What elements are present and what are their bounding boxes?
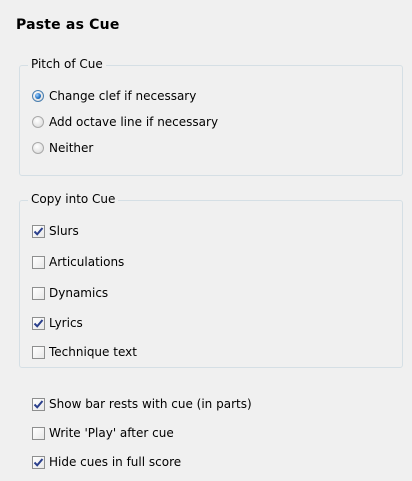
check-mark-icon (33, 226, 44, 236)
checkbox-checked-icon[interactable] (32, 224, 45, 238)
checkbox-lyrics[interactable]: Lyrics (32, 315, 83, 331)
checkbox-dynamics[interactable]: Dynamics (32, 285, 108, 301)
checkbox-slurs-label: Slurs (49, 224, 79, 238)
checkbox-icon[interactable] (32, 255, 45, 269)
pitch-of-cue-group: Pitch of Cue Change clef if necessary Ad… (19, 57, 403, 176)
check-mark-icon (33, 318, 44, 328)
radio-add-octave-line-label: Add octave line if necessary (49, 115, 219, 129)
checkbox-dynamics-label: Dynamics (49, 286, 109, 300)
radio-button-selected-icon[interactable] (32, 90, 44, 102)
radio-add-octave-line[interactable]: Add octave line if necessary (32, 114, 218, 130)
radio-neither-label: Neither (49, 141, 94, 155)
copy-into-cue-legend: Copy into Cue (28, 192, 119, 206)
radio-change-clef[interactable]: Change clef if necessary (32, 88, 196, 104)
radio-change-clef-label: Change clef if necessary (49, 89, 197, 103)
checkbox-show-bar-rests-label: Show bar rests with cue (in parts) (49, 397, 252, 411)
checkbox-hide-cues-label: Hide cues in full score (49, 455, 182, 469)
checkbox-checked-icon[interactable] (32, 397, 45, 411)
checkbox-checked-icon[interactable] (32, 455, 45, 469)
checkbox-slurs[interactable]: Slurs (32, 223, 79, 239)
radio-dot-icon (35, 93, 41, 99)
checkbox-articulations-label: Articulations (49, 255, 125, 269)
checkbox-technique-text-label: Technique text (49, 345, 137, 359)
radio-neither[interactable]: Neither (32, 140, 93, 156)
copy-into-cue-group: Copy into Cue Slurs Articulations Dynami… (19, 192, 403, 368)
checkbox-lyrics-label: Lyrics (49, 316, 83, 330)
checkbox-checked-icon[interactable] (32, 316, 45, 330)
radio-button-icon[interactable] (32, 116, 44, 128)
checkbox-icon[interactable] (32, 286, 45, 300)
checkbox-technique-text[interactable]: Technique text (32, 344, 137, 360)
pitch-of-cue-legend: Pitch of Cue (28, 57, 106, 71)
checkbox-hide-cues[interactable]: Hide cues in full score (32, 454, 181, 470)
dialog-title: Paste as Cue (16, 17, 120, 33)
checkbox-write-play-label: Write 'Play' after cue (49, 426, 174, 440)
checkbox-icon[interactable] (32, 426, 45, 440)
checkbox-articulations[interactable]: Articulations (32, 254, 124, 270)
checkbox-icon[interactable] (32, 345, 45, 359)
check-mark-icon (33, 399, 44, 409)
check-mark-icon (33, 457, 44, 467)
checkbox-show-bar-rests[interactable]: Show bar rests with cue (in parts) (32, 396, 252, 412)
radio-button-icon[interactable] (32, 142, 44, 154)
checkbox-write-play[interactable]: Write 'Play' after cue (32, 425, 174, 441)
